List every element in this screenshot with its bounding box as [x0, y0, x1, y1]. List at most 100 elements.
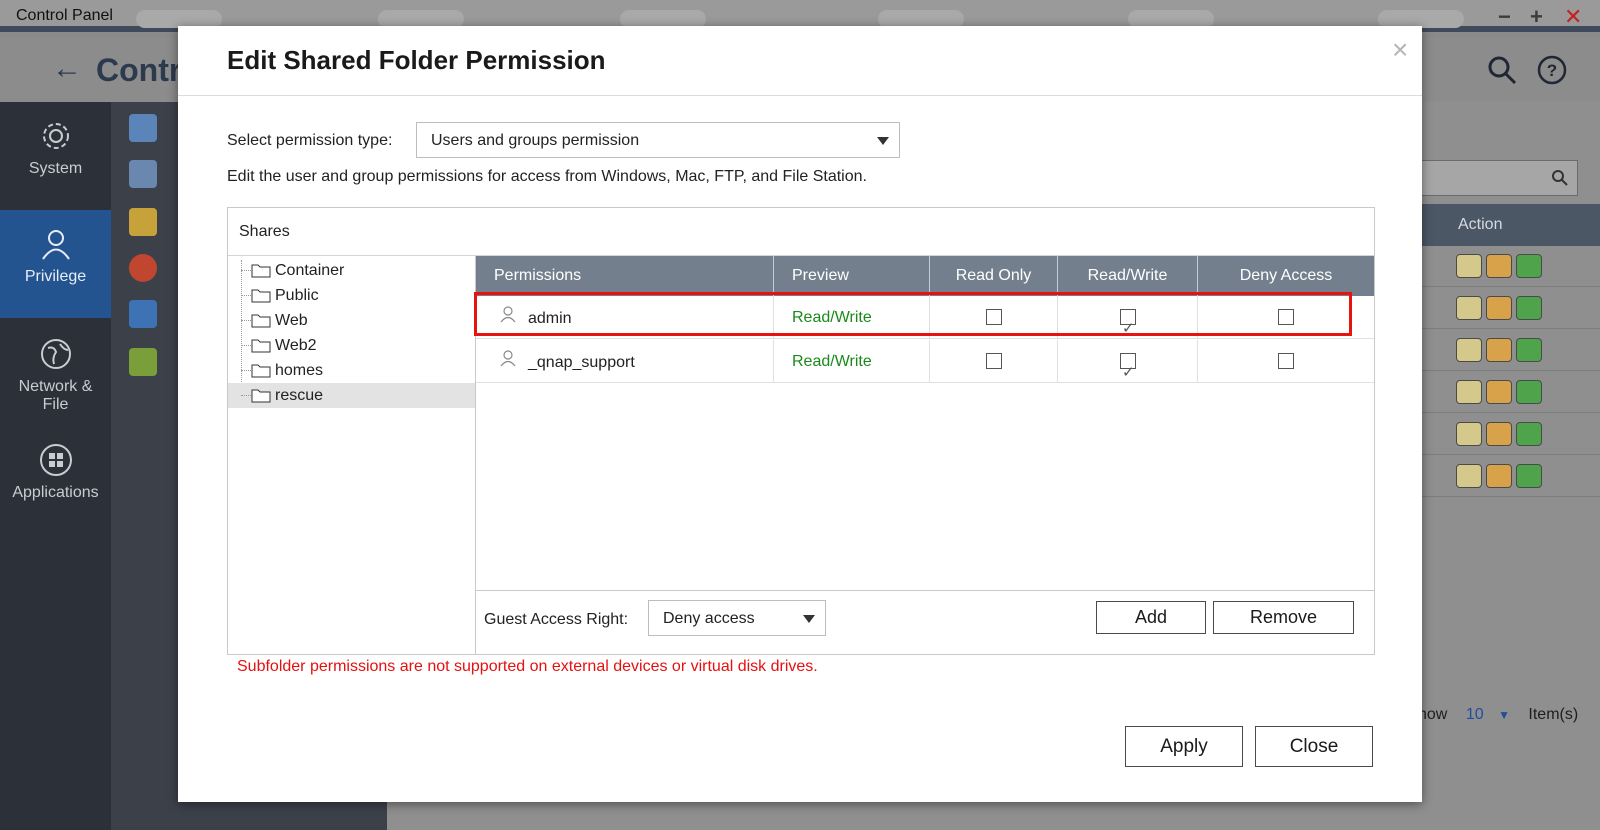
edit-icon[interactable]	[1456, 464, 1482, 488]
maximize-button[interactable]: +	[1530, 4, 1543, 30]
sidebar-item-label: Applications	[12, 484, 99, 501]
deny-access-cell	[1198, 340, 1374, 383]
remove-button[interactable]: Remove	[1213, 601, 1354, 634]
edit-icon[interactable]	[1456, 296, 1482, 320]
shares-label: Shares	[239, 223, 290, 240]
read-only-cell	[930, 340, 1058, 383]
chevron-down-icon	[803, 615, 815, 623]
help-icon[interactable]: ?	[1536, 54, 1568, 86]
refresh-icon[interactable]	[1516, 380, 1542, 404]
user-icon	[500, 306, 516, 323]
show-label: how	[1418, 706, 1448, 723]
search-icon	[1552, 170, 1568, 186]
table-row	[1418, 456, 1600, 497]
refresh-icon[interactable]	[1516, 338, 1542, 362]
refresh-icon[interactable]	[1516, 464, 1542, 488]
apply-button[interactable]: Apply	[1125, 726, 1243, 767]
domain-controller-icon[interactable]	[129, 348, 157, 376]
sidebar-item-system[interactable]: System	[0, 118, 111, 202]
folder-icon	[251, 289, 271, 303]
page-size-select[interactable]: 10	[1466, 706, 1484, 723]
tree-item-rescue[interactable]: rescue	[228, 383, 475, 408]
minimize-button[interactable]: −	[1498, 4, 1511, 30]
users-icon[interactable]	[129, 114, 157, 142]
tree-item-homes[interactable]: homes	[228, 358, 475, 383]
tree-item-label: Container	[275, 262, 345, 279]
column-read-write[interactable]: Read/Write	[1058, 256, 1198, 296]
tree-item-label: Web2	[275, 337, 317, 354]
background-pagination: how 10 ▼ Item(s)	[1418, 706, 1578, 724]
folder-icon	[251, 314, 271, 328]
sidebar-item-label: Network & File	[18, 378, 93, 413]
column-deny-access[interactable]: Deny Access	[1198, 256, 1374, 296]
read-only-checkbox[interactable]	[986, 309, 1002, 325]
gear-icon	[42, 123, 69, 149]
dialog-header: Edit Shared Folder Permission ×	[178, 26, 1422, 96]
tree-item-web[interactable]: Web	[228, 308, 475, 333]
refresh-icon[interactable]	[1516, 422, 1542, 446]
apps-icon	[39, 444, 72, 476]
permission-icon[interactable]	[1486, 338, 1512, 362]
dialog-title: Edit Shared Folder Permission	[227, 45, 606, 75]
back-arrow-icon[interactable]: ←	[52, 52, 82, 86]
tree-item-web2[interactable]: Web2	[228, 333, 475, 358]
table-row	[1418, 372, 1600, 413]
permission-icon[interactable]	[1486, 464, 1512, 488]
chevron-down-icon[interactable]: ▼	[1498, 708, 1510, 722]
permission-type-select[interactable]: Users and groups permission	[416, 122, 900, 158]
permission-icon[interactable]	[1486, 296, 1512, 320]
read-write-checkbox[interactable]	[1120, 351, 1136, 394]
window-close-button[interactable]: ✕	[1564, 4, 1582, 30]
background-search-field[interactable]	[1418, 160, 1578, 196]
grid-header: Permissions Preview Read Only Read/Write…	[476, 256, 1374, 296]
add-button[interactable]: Add	[1096, 601, 1206, 634]
permission-name-cell: _qnap_support	[476, 340, 774, 383]
app-title: Contr	[96, 52, 182, 88]
permission-type-label: Select permission type:	[227, 132, 393, 149]
deny-access-checkbox[interactable]	[1278, 353, 1294, 369]
close-button[interactable]: Close	[1255, 726, 1373, 767]
permission-type-value: Users and groups permission	[431, 132, 640, 149]
refresh-icon[interactable]	[1516, 296, 1542, 320]
permission-row-admin[interactable]: admin Read/Write	[476, 296, 1374, 350]
column-permissions[interactable]: Permissions	[476, 256, 774, 296]
sidebar-item-network-file[interactable]: Network & File	[0, 336, 111, 416]
edit-icon[interactable]	[1456, 254, 1482, 278]
deny-access-cell	[1198, 296, 1374, 339]
permissions-grid: Permissions Preview Read Only Read/Write…	[476, 256, 1374, 590]
tree-item-container[interactable]: Container	[228, 258, 475, 283]
read-write-cell	[1058, 340, 1198, 394]
deny-access-checkbox[interactable]	[1278, 309, 1294, 325]
sidebar-item-applications[interactable]: Applications	[0, 442, 111, 508]
read-write-checkbox[interactable]	[1120, 307, 1136, 350]
quota-icon[interactable]	[129, 254, 157, 282]
table-row	[1418, 330, 1600, 371]
table-row	[1418, 246, 1600, 287]
tree-item-public[interactable]: Public	[228, 283, 475, 308]
edit-icon[interactable]	[1456, 422, 1482, 446]
refresh-icon[interactable]	[1516, 254, 1542, 278]
guest-access-select[interactable]: Deny access	[648, 600, 826, 636]
sidebar-item-privilege[interactable]: Privilege	[0, 210, 111, 318]
column-preview[interactable]: Preview	[774, 256, 930, 296]
sidebar-item-label: System	[28, 160, 83, 177]
action-column-header: Action	[1458, 216, 1503, 233]
shared-folders-icon[interactable]	[129, 208, 157, 236]
permission-icon[interactable]	[1486, 422, 1512, 446]
window-title: Control Panel	[16, 7, 113, 24]
edit-icon[interactable]	[1456, 380, 1482, 404]
permission-icon[interactable]	[1486, 254, 1512, 278]
edit-icon[interactable]	[1456, 338, 1482, 362]
read-only-checkbox[interactable]	[986, 353, 1002, 369]
permission-row-qnap-support[interactable]: _qnap_support Read/Write	[476, 340, 1374, 394]
permission-icon[interactable]	[1486, 380, 1512, 404]
user-groups-icon[interactable]	[129, 160, 157, 188]
sidebar-item-label: Privilege	[24, 268, 87, 285]
domain-security-icon[interactable]	[129, 300, 157, 328]
column-read-only[interactable]: Read Only	[930, 256, 1058, 296]
guest-access-label: Guest Access Right:	[484, 611, 629, 628]
sidebar: System Privilege Network & File Applicat…	[0, 102, 111, 830]
search-icon[interactable]	[1486, 54, 1518, 86]
preview-value: Read/Write	[774, 340, 930, 383]
close-icon[interactable]: ×	[1392, 34, 1408, 66]
